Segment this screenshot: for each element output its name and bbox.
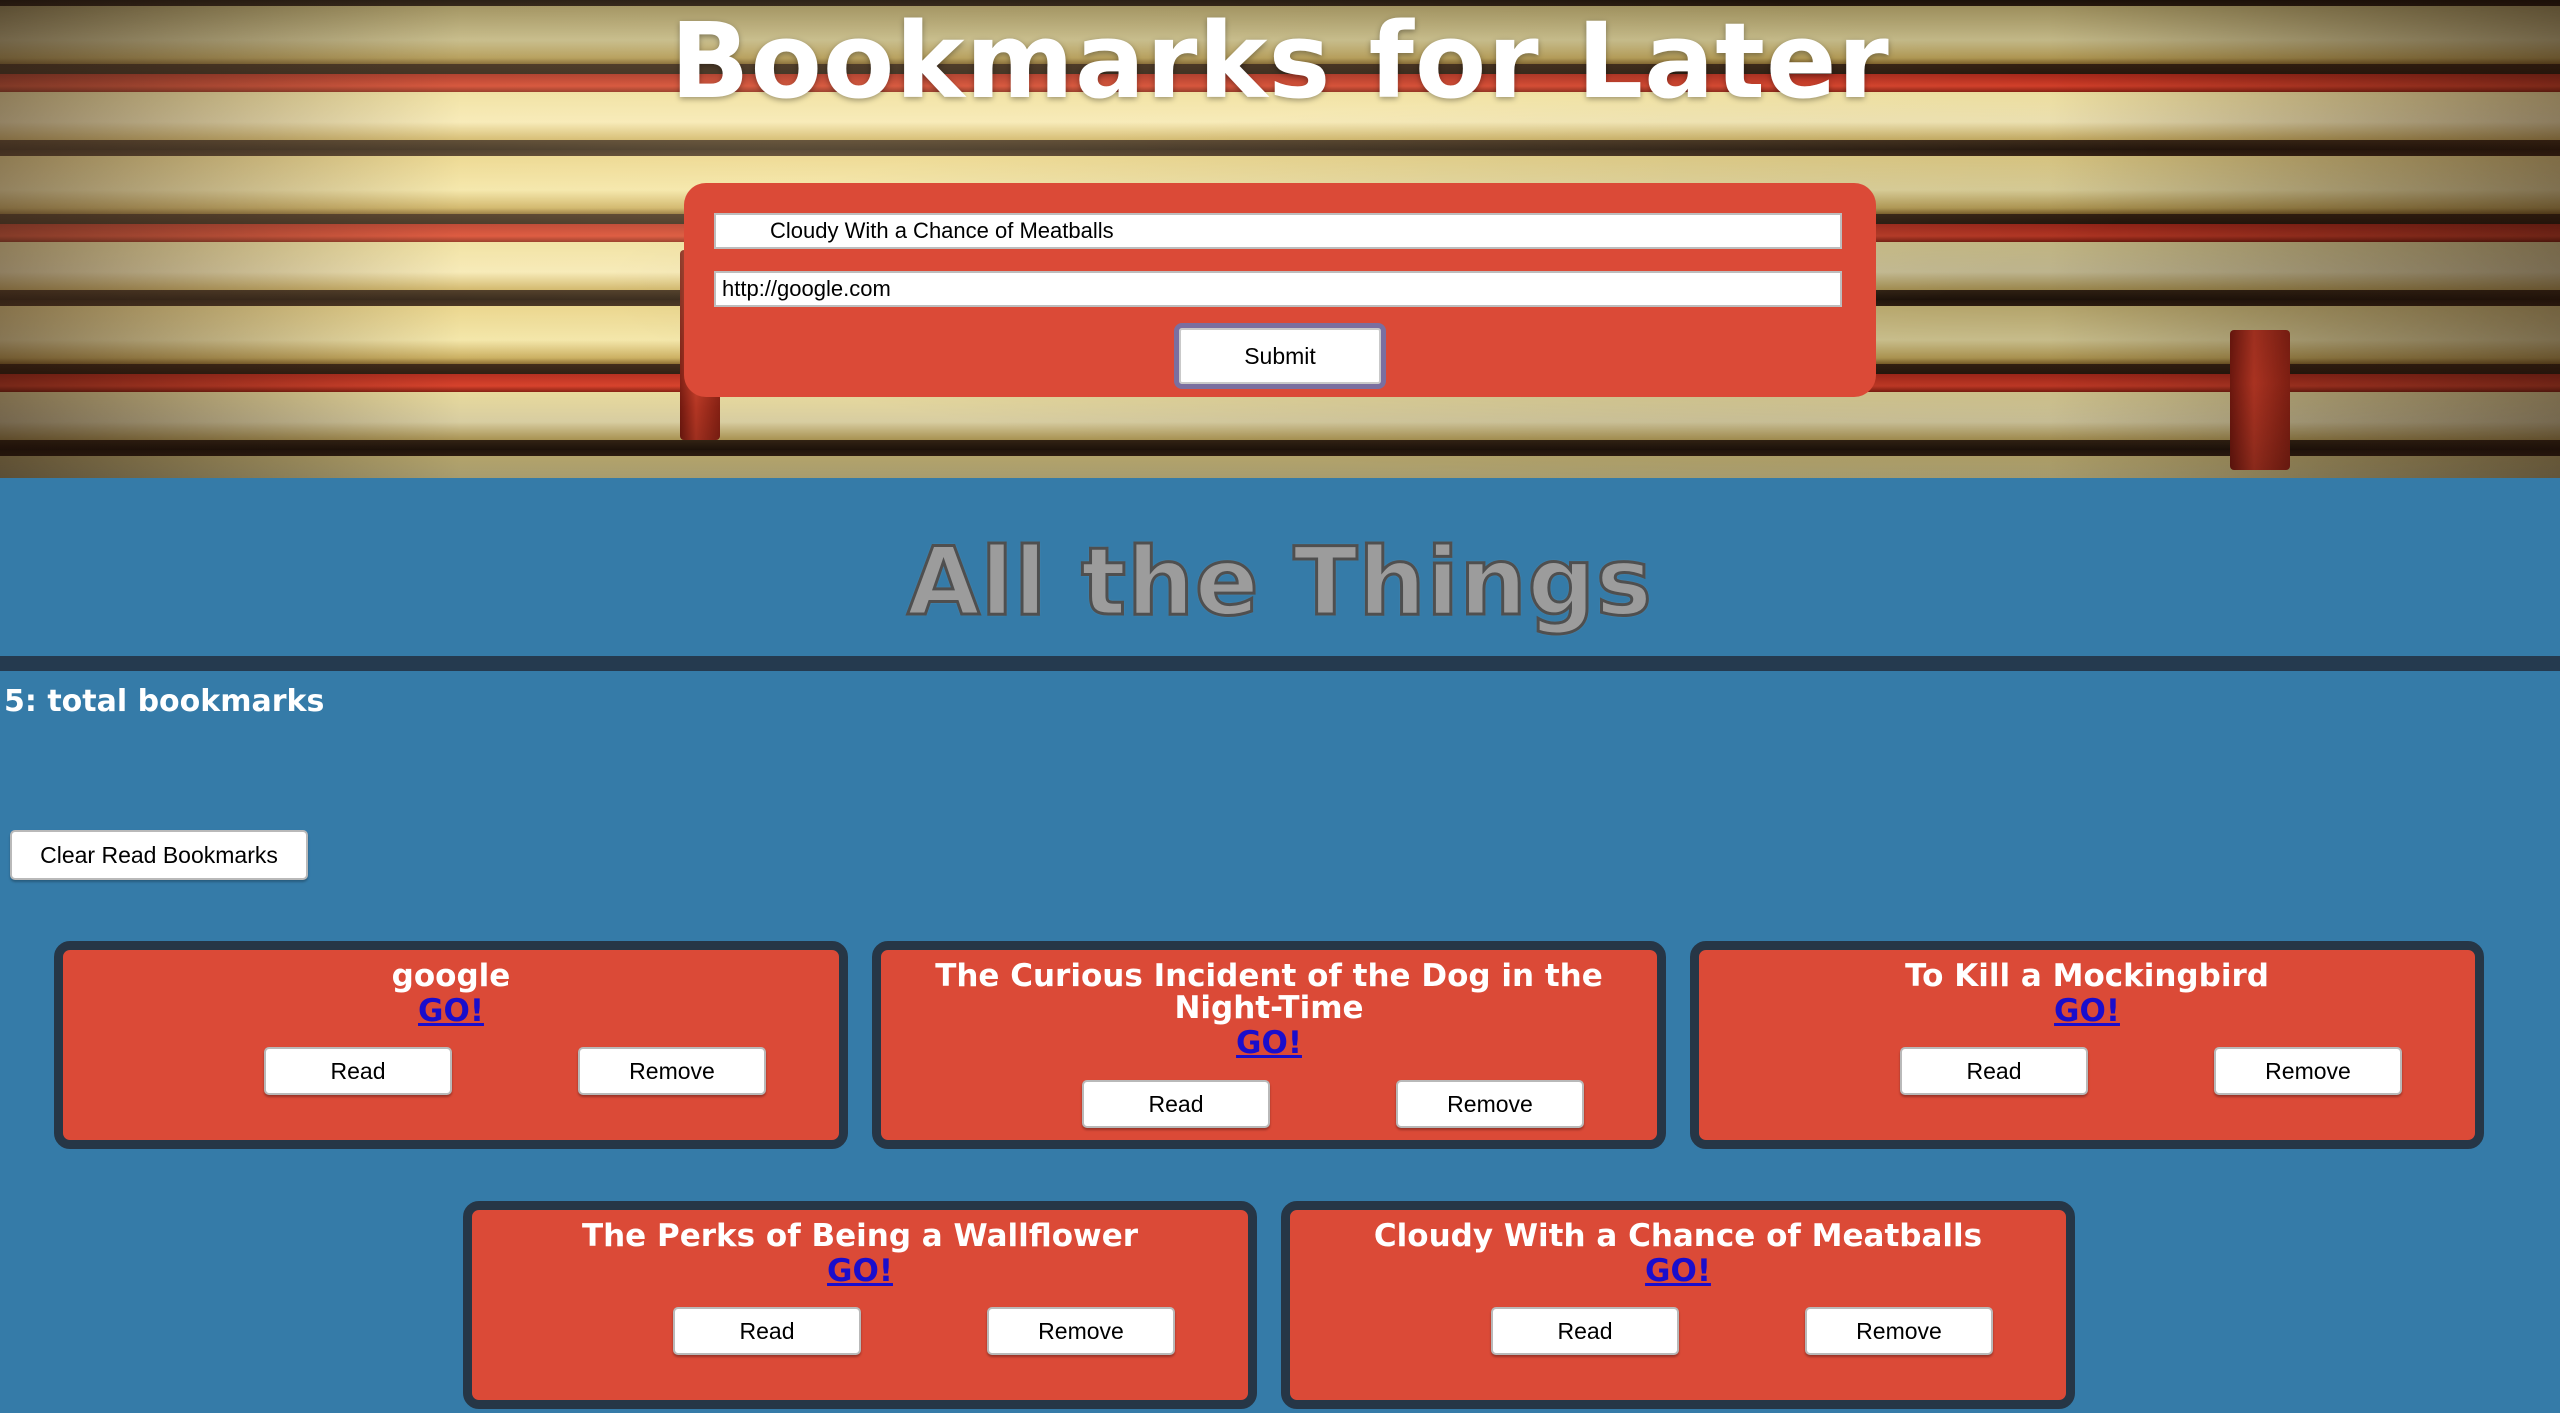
read-button[interactable]: Read <box>1491 1307 1679 1355</box>
submit-button[interactable]: Submit <box>1174 323 1386 389</box>
section-title: All the Things <box>906 527 1654 639</box>
remove-button[interactable]: Remove <box>987 1307 1175 1355</box>
bookmark-title: google <box>391 958 511 994</box>
bookmark-url-input[interactable] <box>714 271 1842 307</box>
read-button[interactable]: Read <box>264 1047 452 1095</box>
go-link[interactable]: GO! <box>881 1026 1657 1060</box>
bookmark-card: To Kill a Mockingbird GO! Read Remove <box>1690 941 2484 1149</box>
bookmark-card: google GO! Read Remove <box>54 941 848 1149</box>
header-banner: Bookmarks for Later Submit <box>0 0 2560 478</box>
go-link[interactable]: GO! <box>63 994 839 1028</box>
read-button[interactable]: Read <box>1082 1080 1270 1128</box>
remove-button[interactable]: Remove <box>1396 1080 1584 1128</box>
bookmark-card: The Curious Incident of the Dog in the N… <box>872 941 1666 1149</box>
bookmark-title: Cloudy With a Chance of Meatballs <box>1373 1218 1983 1254</box>
read-button[interactable]: Read <box>1900 1047 2088 1095</box>
clear-read-bookmarks-button[interactable]: Clear Read Bookmarks <box>10 830 308 880</box>
read-button[interactable]: Read <box>673 1307 861 1355</box>
bookmark-card: The Perks of Being a Wallflower GO! Read… <box>463 1201 1257 1409</box>
app-title: Bookmarks for Later <box>670 0 1890 122</box>
add-bookmark-form: Submit <box>684 183 1876 397</box>
bookmark-count: 5: total bookmarks <box>4 684 325 719</box>
bookmark-card: Cloudy With a Chance of Meatballs GO! Re… <box>1281 1201 2075 1409</box>
go-link[interactable]: GO! <box>1290 1254 2066 1288</box>
bookmark-title: To Kill a Mockingbird <box>1905 958 2269 994</box>
remove-button[interactable]: Remove <box>578 1047 766 1095</box>
remove-button[interactable]: Remove <box>1805 1307 1993 1355</box>
go-link[interactable]: GO! <box>1699 994 2475 1028</box>
bookmark-title-input[interactable] <box>714 213 1842 249</box>
divider <box>0 656 2560 671</box>
remove-button[interactable]: Remove <box>2214 1047 2402 1095</box>
bookmark-title: The Curious Incident of the Dog in the N… <box>935 958 1603 1026</box>
go-link[interactable]: GO! <box>472 1254 1248 1288</box>
bookmark-title: The Perks of Being a Wallflower <box>581 1218 1139 1254</box>
